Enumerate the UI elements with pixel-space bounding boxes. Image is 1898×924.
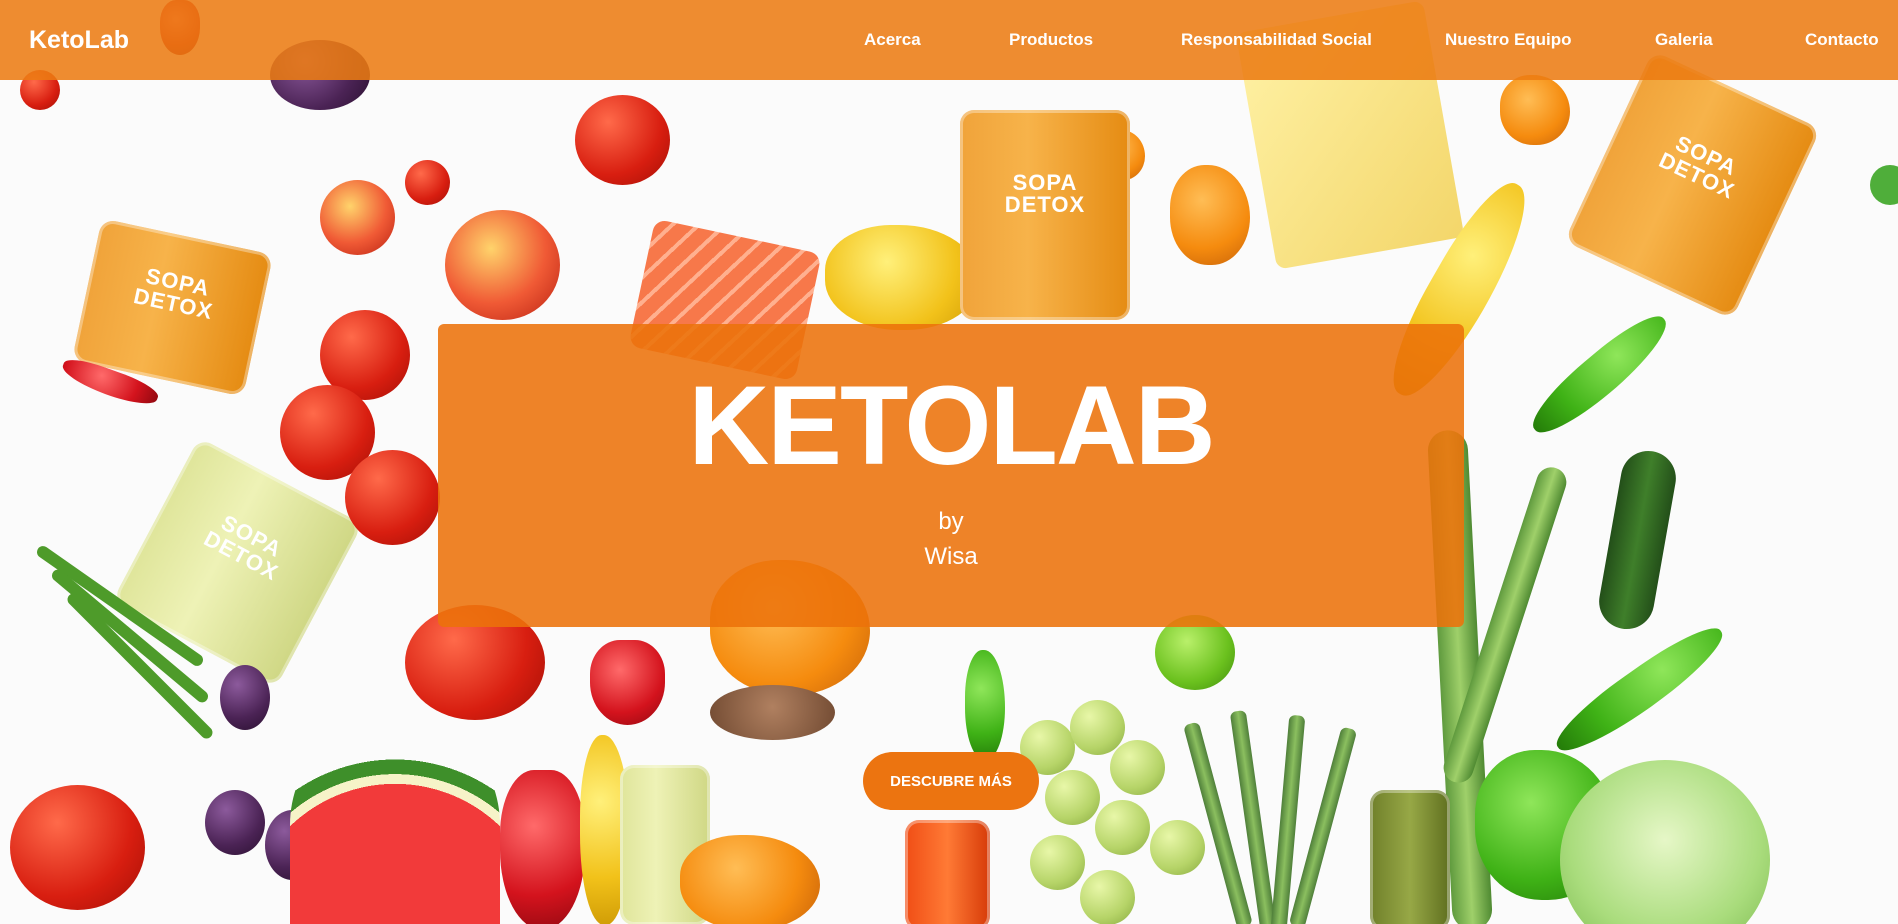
red-apple-image: [320, 180, 395, 255]
orange-tomato-image: [1500, 75, 1570, 145]
grape-image: [1095, 800, 1150, 855]
green-chili-image: [1522, 305, 1678, 445]
tomato-image: [10, 785, 145, 910]
nav-link-responsabilidad-social[interactable]: Responsabilidad Social: [1181, 0, 1372, 80]
grape-image: [1045, 770, 1100, 825]
hero-title: KETOLAB: [688, 363, 1215, 488]
green-vegetable-image: [1870, 165, 1898, 205]
brand-logo-link[interactable]: KetoLab: [29, 0, 129, 80]
grape-image: [1110, 740, 1165, 795]
nav-link-acerca[interactable]: Acerca: [864, 0, 921, 80]
grape-image: [1030, 835, 1085, 890]
nav-link-productos[interactable]: Productos: [1009, 0, 1093, 80]
jar-label: SOPA DETOX: [199, 509, 287, 586]
yellow-pepper-image: [825, 225, 980, 330]
product-jar-image: SOPA DETOX: [960, 110, 1130, 320]
juice-bottle-image: [905, 820, 990, 924]
grape-image: [1080, 870, 1135, 924]
tomato-image: [345, 450, 440, 545]
product-jar-image: SOPA DETOX: [1564, 50, 1821, 320]
hero-title-card: KETOLAB by Wisa: [438, 324, 1464, 627]
jar-label: SOPA DETOX: [1004, 170, 1086, 217]
hero-subtitle-by: by: [938, 508, 964, 535]
nav-link-contacto[interactable]: Contacto: [1805, 0, 1879, 80]
jar-label: SOPA DETOX: [1655, 130, 1741, 204]
jar-label: SOPA DETOX: [131, 263, 216, 325]
nav-link-nuestro-equipo[interactable]: Nuestro Equipo: [1445, 0, 1572, 80]
apple-image: [445, 210, 560, 320]
plum-image: [205, 790, 265, 855]
watermelon-image: [290, 715, 500, 924]
mushroom-image: [710, 685, 835, 740]
discover-more-button[interactable]: DESCUBRE MÁS: [863, 752, 1039, 810]
grape-image: [1070, 700, 1125, 755]
top-navbar: KetoLab Acerca Productos Responsabilidad…: [0, 0, 1898, 80]
cucumber-image: [1594, 446, 1681, 634]
tomato-image: [575, 95, 670, 185]
orange-pepper-image: [1170, 165, 1250, 265]
green-chili-image: [1546, 616, 1734, 764]
red-pepper-image: [590, 640, 665, 725]
product-jar-image: [1370, 790, 1450, 924]
red-pepper-image: [500, 770, 585, 924]
green-chili-image: [965, 650, 1005, 760]
squash-image: [680, 835, 820, 924]
hero-subtitle-brand: Wisa: [924, 543, 978, 570]
grape-image: [1150, 820, 1205, 875]
nav-link-galeria[interactable]: Galeria: [1655, 0, 1713, 80]
plum-image: [220, 665, 270, 730]
cherry-tomato-image: [405, 160, 450, 205]
